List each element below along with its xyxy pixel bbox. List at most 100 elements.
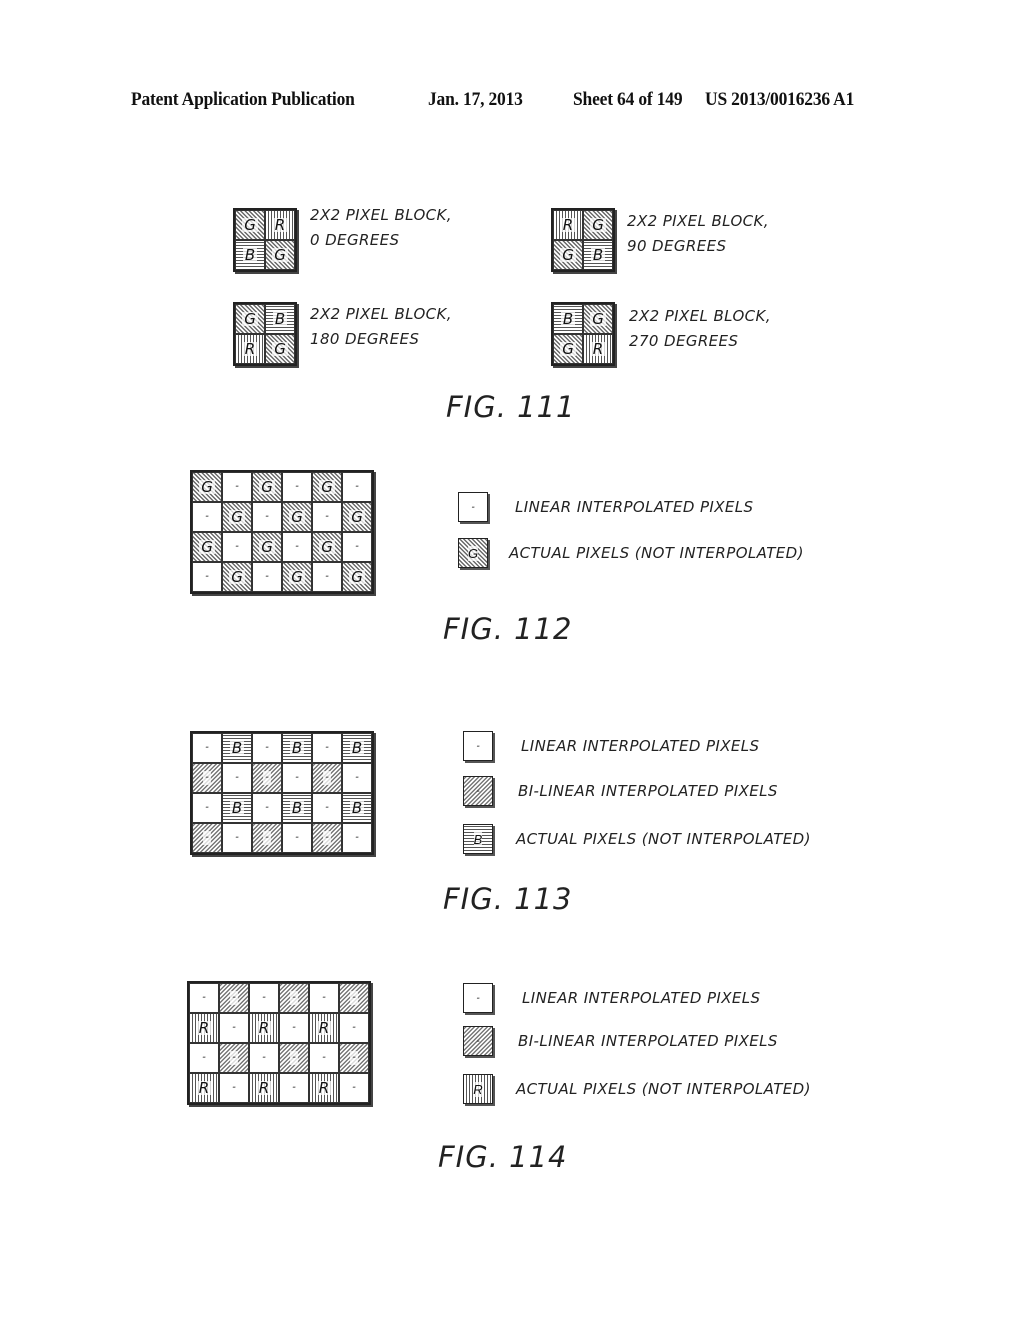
pixel-grid: G-G-G--G-G-GG-G-G--G-G-G	[190, 470, 374, 594]
legend-swatch-symbol: G	[467, 545, 479, 561]
cell-label: -	[235, 772, 239, 783]
legend-swatch-symbol: -	[476, 1035, 480, 1047]
actual-pixel-G: G	[222, 502, 252, 532]
cell-label: -	[355, 772, 359, 783]
cell-label: G	[229, 508, 245, 526]
actual-pixel-R: R	[309, 1073, 339, 1103]
cell-label: -	[322, 1052, 326, 1063]
cell-label: -	[325, 742, 329, 753]
cell-label: B	[242, 246, 258, 264]
actual-pixel-G: G	[312, 532, 342, 562]
cell-label: -	[295, 541, 299, 552]
cell-label: -	[205, 511, 209, 522]
cell-label: R	[242, 340, 258, 358]
actual-pixel-B: B	[282, 793, 312, 823]
actual-pixel-R: R	[249, 1073, 279, 1103]
legend-swatch-symbol: B	[473, 831, 483, 847]
cell-label: -	[265, 742, 269, 753]
legend-swatch-bi: -	[463, 776, 493, 806]
legend-swatch-B: B	[463, 824, 493, 854]
linear-pixel-cell: -	[222, 823, 252, 853]
cell-label: -	[290, 1051, 298, 1065]
cell-label: G	[319, 538, 335, 556]
cell-label: R	[256, 1019, 272, 1037]
cell-label: -	[292, 1082, 296, 1093]
cell-label: R	[256, 1079, 272, 1097]
cell-label: -	[295, 481, 299, 492]
cell-label: -	[232, 1022, 236, 1033]
linear-pixel-cell: -	[222, 763, 252, 793]
actual-pixel-G: G	[553, 334, 583, 364]
cell-label: B	[289, 799, 305, 817]
cell-label: R	[560, 216, 576, 234]
actual-pixel-G: G	[282, 562, 312, 592]
publication-title: Patent Application Publication	[131, 89, 355, 110]
bilinear-pixel-cell: -	[219, 983, 249, 1013]
actual-pixel-B: B	[583, 240, 613, 270]
cell-label: -	[262, 992, 266, 1003]
legend-swatch-symbol: -	[476, 740, 480, 752]
linear-pixel-cell: -	[189, 983, 219, 1013]
legend-swatch-symbol: -	[476, 992, 480, 1004]
cell-label: R	[196, 1079, 212, 1097]
bilinear-pixel-cell: -	[192, 763, 222, 793]
cell-label: -	[323, 831, 331, 845]
actual-pixel-G: G	[583, 304, 613, 334]
bilinear-pixel-cell: -	[279, 983, 309, 1013]
linear-pixel-cell: -	[279, 1073, 309, 1103]
cell-label: -	[203, 771, 211, 785]
linear-pixel-cell: -	[312, 793, 342, 823]
actual-pixel-G: G	[583, 210, 613, 240]
cell-label: G	[272, 340, 288, 358]
pixel-grid: - B - B - B - - - - - - - B - B - B - - - - - -	[190, 731, 374, 855]
actual-pixel-G: G	[265, 240, 295, 270]
cell-label: -	[262, 1052, 266, 1063]
legend-swatch-G: G	[458, 538, 488, 568]
legend-label: ACTUAL PIXELS (NOT INTERPOLATED)	[516, 1080, 811, 1098]
actual-pixel-R: R	[553, 210, 583, 240]
cell-label: B	[272, 310, 288, 328]
linear-pixel-cell: -	[249, 1043, 279, 1073]
cell-label: -	[323, 771, 331, 785]
block-caption-line1: 2X2 PIXEL BLOCK,	[627, 212, 769, 230]
cell-label: G	[590, 216, 606, 234]
linear-pixel-cell: -	[252, 793, 282, 823]
bilinear-pixel-cell: -	[339, 1043, 369, 1073]
linear-pixel-cell: -	[249, 983, 279, 1013]
actual-pixel-G: G	[252, 472, 282, 502]
patent-number: US 2013/0016236 A1	[705, 89, 855, 110]
actual-pixel-G: G	[222, 562, 252, 592]
cell-label: -	[265, 571, 269, 582]
cell-label: G	[199, 478, 215, 496]
linear-pixel-cell: -	[342, 532, 372, 562]
cell-label: -	[350, 991, 358, 1005]
linear-pixel-cell: -	[192, 793, 222, 823]
cell-label: B	[560, 310, 576, 328]
figure-label: FIG. 112	[443, 612, 573, 646]
linear-pixel-cell: -	[342, 472, 372, 502]
cell-label: -	[352, 1022, 356, 1033]
actual-pixel-R: R	[189, 1073, 219, 1103]
legend-label: BI-LINEAR INTERPOLATED PIXELS	[518, 1032, 778, 1050]
actual-pixel-B: B	[265, 304, 295, 334]
bilinear-pixel-cell: -	[279, 1043, 309, 1073]
cell-label: G	[349, 568, 365, 586]
cell-label: G	[319, 478, 335, 496]
actual-pixel-G: G	[312, 472, 342, 502]
block-caption-line1: 2X2 PIXEL BLOCK,	[629, 307, 771, 325]
legend-swatch-R: R	[463, 1074, 493, 1104]
cell-label: -	[205, 742, 209, 753]
block-caption-line2: 90 DEGREES	[627, 237, 727, 255]
legend-label: LINEAR INTERPOLATED PIXELS	[521, 737, 760, 755]
actual-pixel-B: B	[235, 240, 265, 270]
cell-label: G	[289, 508, 305, 526]
linear-pixel-cell: -	[192, 562, 222, 592]
cell-label: G	[242, 216, 258, 234]
cell-label: G	[199, 538, 215, 556]
cell-label: B	[349, 739, 365, 757]
cell-label: -	[355, 481, 359, 492]
actual-pixel-G: G	[265, 334, 295, 364]
linear-pixel-cell: -	[312, 562, 342, 592]
actual-pixel-G: G	[342, 562, 372, 592]
legend-label: LINEAR INTERPOLATED PIXELS	[515, 498, 754, 516]
